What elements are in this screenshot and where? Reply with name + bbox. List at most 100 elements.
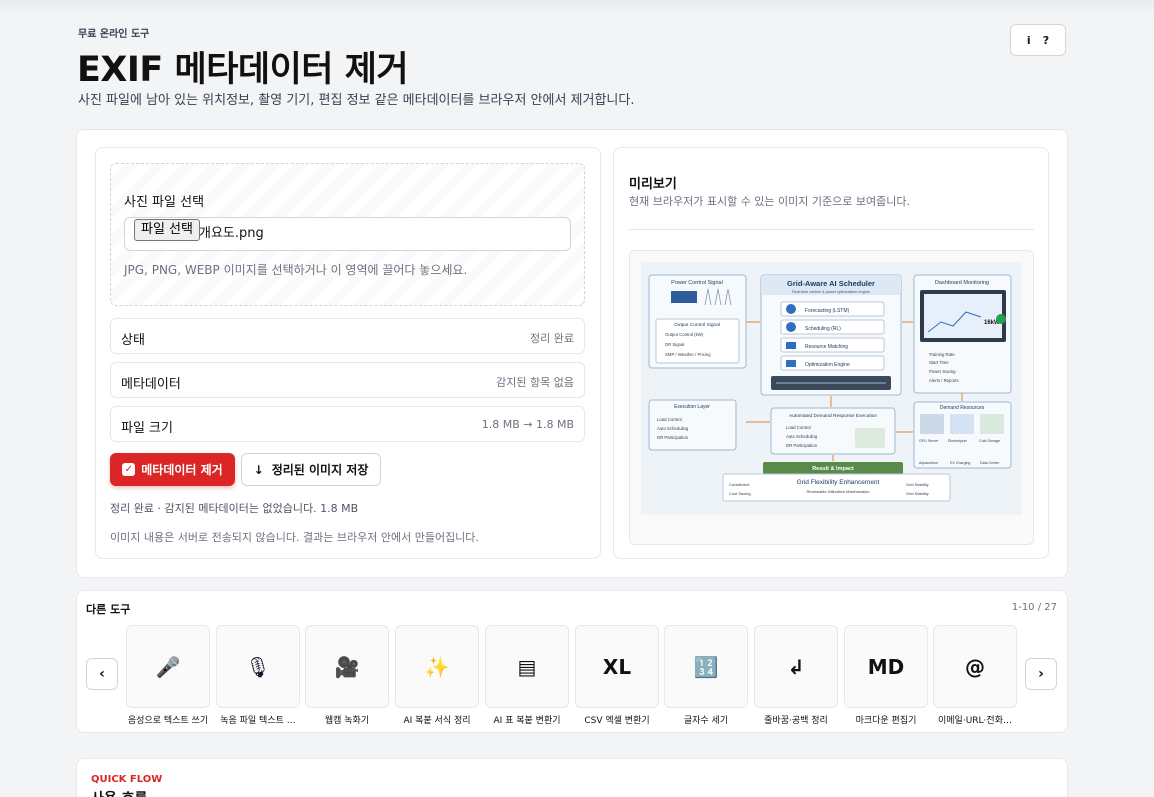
drop-zone-hint: JPG, PNG, WEBP 이미지를 선택하거나 이 영역에 끌어다 놓으세요…	[124, 263, 468, 277]
file-size-key: 파일 크기	[121, 421, 173, 436]
other-tools-title: 다른 도구	[86, 603, 131, 616]
preview-image: Power Control Signal Output Control Sign…	[641, 262, 1022, 515]
sparkles-icon: ✨	[424, 654, 450, 679]
check-icon: ✓	[122, 463, 136, 476]
module-label: Resource Matching	[805, 344, 848, 350]
selected-file-name: 개요도.png	[199, 226, 264, 241]
adr-title: Automated Demand Response Execution	[789, 413, 877, 419]
tool-card[interactable]: ✨ AI 복붙 서식 정리	[395, 625, 479, 726]
demand-title: Demand Resources	[940, 405, 985, 411]
tool-card[interactable]: ▤ AI 표 복붙 변환기	[485, 625, 569, 726]
result-item: Curtailment	[729, 482, 750, 487]
adr-item: Auto Scheduling	[786, 434, 818, 439]
execution-box: Execution Layer Load Control Auto Schedu…	[648, 399, 737, 451]
adr-box: Automated Demand Response Execution Load…	[770, 407, 896, 455]
demand-box: Demand Resources GPU Server Electrolyzer…	[913, 401, 1012, 469]
demand-item: Cold Storage	[979, 439, 1000, 443]
scheduler-title: Grid-Aware AI Scheduler	[787, 279, 875, 288]
demand-item: Data Center	[980, 461, 1000, 465]
demand-item: GPU Server	[919, 439, 939, 443]
tool-label: AI 표 복붙 변환기	[493, 716, 561, 726]
tool-label: 음성으로 텍스트 쓰기	[127, 716, 209, 726]
file-size-value: 1.8 MB → 1.8 MB	[481, 418, 574, 431]
microphone-icon: 🎤	[155, 654, 181, 679]
metadata-row: 메타데이터 감지된 항목 없음	[110, 362, 585, 398]
line-break-icon: ↲	[787, 654, 805, 679]
tool-card[interactable]: MD 마크다운 편집기	[844, 625, 928, 726]
scheduler-subtitle: Real-time carbon & power optimization en…	[792, 290, 870, 294]
result-main: Grid Flexibility Enhancement	[797, 479, 880, 486]
page-title: EXIF 메타데이터 제거	[77, 50, 409, 90]
tool-label: 웹캠 녹화기	[324, 716, 370, 726]
power-title: Power Control Signal	[671, 280, 723, 286]
tool-label: CSV 엑셀 변환기	[584, 716, 650, 726]
result-title: Result & Impact	[812, 466, 854, 472]
page-subtitle: 사진 파일에 남아 있는 위치정보, 촬영 기기, 편집 정보 같은 메타데이터…	[78, 93, 635, 108]
download-arrow-icon: ↓	[253, 462, 264, 477]
metadata-key: 메타데이터	[121, 377, 181, 392]
tool-label: AI 복붙 서식 정리	[403, 716, 471, 726]
execution-item: DR Participation	[657, 435, 689, 440]
module-label: Forecasting (LSTM)	[805, 308, 850, 314]
tool-card[interactable]: 🎥 웹캠 녹화기	[305, 625, 389, 726]
tools-pagination-count: 1-10 / 27	[1011, 602, 1057, 613]
top-shadow	[0, 0, 1154, 14]
execution-title: Execution Layer	[674, 404, 710, 410]
tool-card[interactable]: XL CSV 엑셀 변환기	[575, 625, 659, 726]
demand-item: EV Charging	[950, 461, 970, 465]
help-button[interactable]: ?	[1043, 34, 1049, 47]
demand-item: Aquaculture	[919, 461, 938, 465]
save-image-button[interactable]: ↓ 정리된 이미지 저장	[241, 453, 381, 486]
result-status: 정리 완료 · 감지된 메타데이터는 없었습니다. 1.8 MB	[110, 502, 359, 515]
table-icon: ▤	[517, 654, 537, 679]
save-image-label: 정리된 이미지 저장	[271, 463, 369, 477]
execution-item: Auto Scheduling	[657, 426, 689, 431]
tool-label: 이메일·URL·전화…	[938, 716, 1012, 726]
studio-microphone-icon: 🎙	[245, 654, 271, 679]
metadata-value: 감지된 항목 없음	[496, 376, 574, 389]
adr-item: Load Control	[786, 425, 811, 430]
quick-flow-card	[76, 758, 1068, 797]
tool-card[interactable]: 🔢 글자수 세기	[664, 625, 748, 726]
module-label: Optimization Engine	[805, 362, 850, 368]
file-size-row: 파일 크기 1.8 MB → 1.8 MB	[110, 406, 585, 442]
adr-item: DR Participation	[786, 443, 818, 448]
dashboard-item: Training Rate	[929, 352, 955, 357]
status-key: 상태	[121, 333, 145, 348]
markdown-icon: MD	[867, 654, 905, 679]
output-item: SMP / Weather / Pricing	[665, 352, 711, 357]
status-row: 상태 정리 완료	[110, 318, 585, 354]
status-value: 정리 완료	[530, 332, 574, 345]
remove-metadata-label: 메타데이터 제거	[141, 463, 223, 477]
page-eyebrow: 무료 온라인 도구	[78, 29, 150, 40]
output-title: Output Control Signal	[674, 322, 720, 328]
at-sign-icon: @	[965, 654, 985, 679]
output-item: Output Control (kW)	[665, 332, 704, 337]
preview-title: 미리보기	[629, 177, 677, 192]
numbers-icon: 🔢	[693, 654, 719, 679]
tool-label: 마크다운 편집기	[855, 716, 917, 726]
tools-next-button[interactable]: ›	[1025, 658, 1057, 690]
video-camera-icon: 🎥	[334, 654, 360, 679]
tool-card[interactable]: @ 이메일·URL·전화…	[933, 625, 1017, 726]
help-box: i ?	[1010, 24, 1066, 56]
tool-card[interactable]: 🎙 녹음 파일 텍스트 …	[216, 625, 300, 726]
preview-description: 현재 브라우저가 표시할 수 있는 이미지 기준으로 보여줍니다.	[629, 195, 910, 208]
quick-flow-eyebrow: QUICK FLOW	[91, 774, 163, 785]
tools-prev-button[interactable]: ‹	[86, 658, 118, 690]
tool-card[interactable]: ↲ 줄바꿈·공백 정리	[754, 625, 838, 726]
scheduler-box: Grid-Aware AI Scheduler Real-time carbon…	[760, 274, 902, 396]
dashboard-box: Dashboard Monitoring 16kW Training Rate …	[913, 274, 1012, 394]
tool-label: 줄바꿈·공백 정리	[764, 716, 828, 726]
power-control-box: Power Control Signal Output Control Sign…	[648, 274, 747, 369]
info-button[interactable]: i	[1027, 34, 1031, 47]
dashboard-title: Dashboard Monitoring	[935, 280, 989, 286]
result-item: Renewable Utilization Maximization	[807, 489, 870, 494]
result-item: Grid Stability	[906, 491, 929, 496]
tool-card[interactable]: 🎤 음성으로 텍스트 쓰기	[126, 625, 210, 726]
remove-metadata-button[interactable]: ✓ 메타데이터 제거	[110, 453, 235, 486]
file-select-button[interactable]: 파일 선택	[134, 219, 200, 241]
result-item: Grid Stability	[906, 482, 929, 487]
preview-divider	[629, 229, 1034, 230]
output-item: DR Signal	[665, 342, 684, 347]
